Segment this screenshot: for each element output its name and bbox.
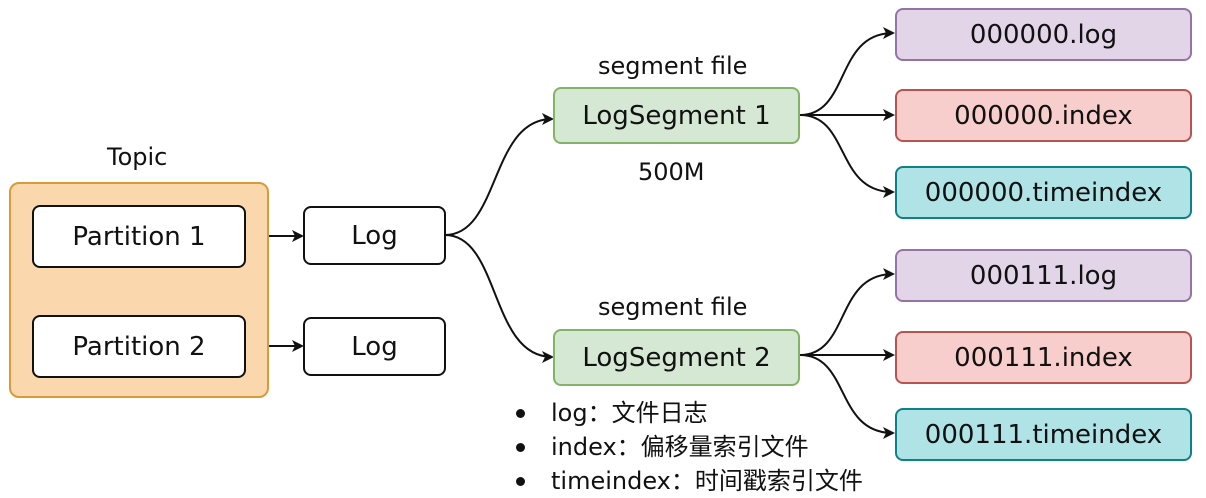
- arrow-seg1-log: [799, 27, 895, 116]
- logsegment-2-box: LogSegment 2: [553, 329, 800, 386]
- log-box-1: Log: [303, 206, 446, 265]
- segment-1-size: 500M: [638, 158, 705, 186]
- arrow-seg2-log: [799, 268, 895, 356]
- file-000000-index: 000000.index: [895, 89, 1192, 142]
- arrow-seg1-timeindex: [799, 114, 895, 198]
- arrow-log-segment1: [444, 113, 554, 236]
- file-000111-log: 000111.log: [895, 249, 1192, 302]
- note-log-text: log：文件日志: [551, 399, 708, 427]
- file-000111-index: 000111.index: [895, 331, 1192, 384]
- segment-1-caption: segment file: [598, 52, 748, 80]
- file-000111-timeindex: 000111.timeindex: [895, 408, 1192, 461]
- bullet-icon: [516, 443, 525, 452]
- note-index: index：偏移量索引文件: [510, 430, 863, 464]
- log-box-2: Log: [303, 317, 446, 376]
- note-index-text: index：偏移量索引文件: [551, 433, 809, 461]
- logsegment-1-box: LogSegment 1: [553, 87, 800, 144]
- bullet-icon: [516, 409, 525, 418]
- file-000000-log: 000000.log: [895, 8, 1192, 61]
- legend-notes: log：文件日志 index：偏移量索引文件 timeindex：时间戳索引文件: [510, 396, 863, 498]
- partition-1-box: Partition 1: [32, 205, 246, 268]
- topic-label: Topic: [107, 143, 168, 171]
- partition-2-box: Partition 2: [32, 315, 246, 378]
- segment-2-caption: segment file: [598, 293, 748, 321]
- bullet-icon: [516, 477, 525, 486]
- note-timeindex: timeindex：时间戳索引文件: [510, 464, 863, 498]
- note-log: log：文件日志: [510, 396, 863, 430]
- arrow-log-segment2: [444, 234, 554, 363]
- file-000000-timeindex: 000000.timeindex: [895, 166, 1192, 219]
- note-timeindex-text: timeindex：时间戳索引文件: [551, 467, 863, 495]
